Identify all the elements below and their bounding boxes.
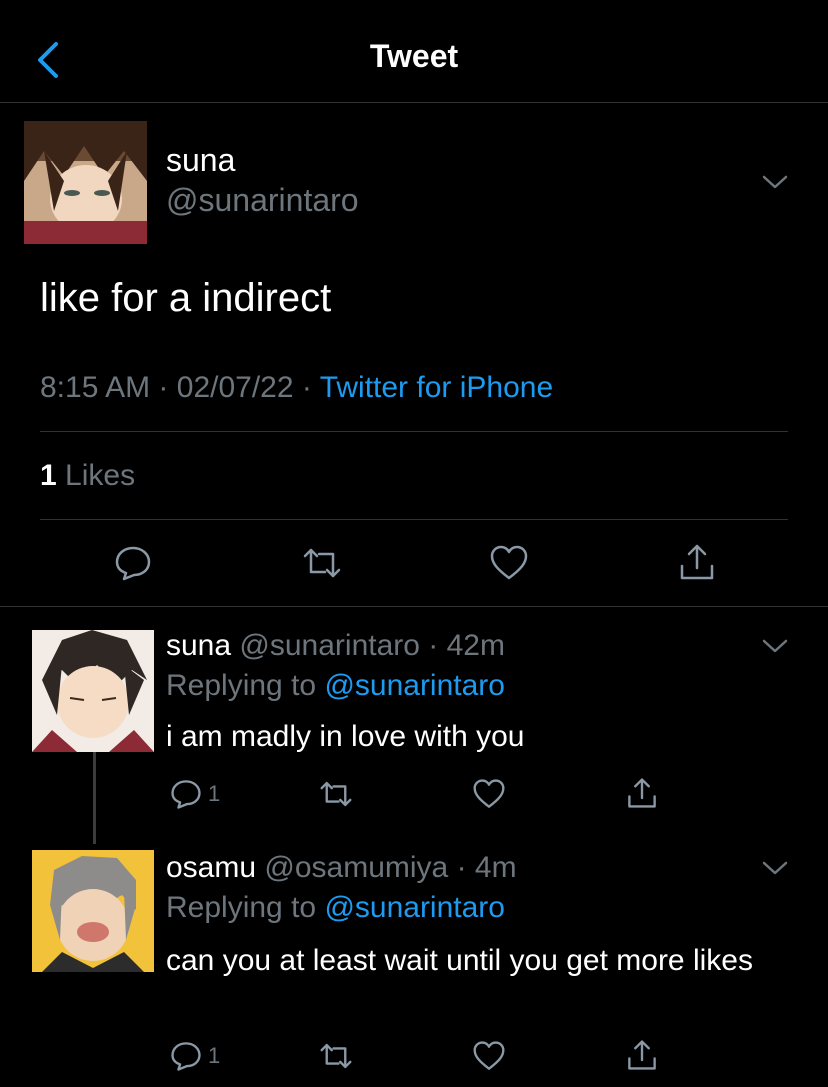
- thread-line: [93, 752, 96, 844]
- reply-age: · 4m: [456, 851, 517, 884]
- reply-header: osamu @osamumiya · 4m: [166, 851, 517, 885]
- retweet-icon[interactable]: [318, 778, 354, 810]
- likes-divider: [40, 519, 788, 520]
- avatar[interactable]: [32, 850, 154, 972]
- like-icon[interactable]: [489, 544, 529, 582]
- replying-to: Replying to @sunarintaro: [166, 669, 505, 703]
- chevron-down-icon[interactable]: [762, 638, 788, 654]
- reply-text: can you at least wait until you get more…: [166, 944, 753, 977]
- reply-action[interactable]: 1: [170, 1040, 220, 1072]
- meta-separator: ·: [158, 371, 169, 404]
- tweet-text: like for a indirect: [40, 276, 332, 320]
- chevron-down-icon[interactable]: [762, 860, 788, 876]
- display-name[interactable]: suna: [166, 142, 235, 179]
- reply-icon[interactable]: [170, 1040, 202, 1072]
- reply-handle[interactable]: @osamumiya: [264, 851, 448, 884]
- tweet-meta: 8:15 AM · 02/07/22 · Twitter for iPhone: [40, 371, 553, 405]
- reply-age: · 42m: [428, 629, 505, 662]
- user-handle[interactable]: @sunarintaro: [166, 182, 359, 219]
- replying-prefix: Replying to: [166, 891, 317, 924]
- retweet-icon[interactable]: [318, 1040, 354, 1072]
- reply-display-name[interactable]: osamu: [166, 851, 256, 884]
- like-icon[interactable]: [472, 1040, 506, 1072]
- share-icon[interactable]: [626, 776, 658, 810]
- replying-handle-link[interactable]: @sunarintaro: [324, 669, 505, 702]
- likes-stat[interactable]: 1 Likes: [40, 459, 135, 493]
- reply-count: 1: [208, 781, 221, 806]
- reply-icon[interactable]: [114, 544, 152, 582]
- avatar[interactable]: [32, 630, 154, 752]
- reply-action[interactable]: 1: [170, 778, 220, 810]
- like-icon[interactable]: [472, 778, 506, 810]
- tweet-date: 02/07/22: [176, 371, 294, 404]
- page-title: Tweet: [369, 38, 459, 74]
- reply-header: suna @sunarintaro · 42m: [166, 629, 505, 663]
- chevron-down-icon[interactable]: [762, 174, 788, 190]
- likes-label: Likes: [65, 459, 136, 492]
- replying-handle-link[interactable]: @sunarintaro: [324, 891, 505, 924]
- reply-count: 1: [208, 1043, 221, 1068]
- meta-separator: ·: [301, 371, 312, 404]
- reply-text: i am madly in love with you: [166, 720, 525, 753]
- share-icon[interactable]: [626, 1038, 658, 1072]
- likes-count: 1: [40, 459, 57, 492]
- retweet-icon[interactable]: [301, 544, 343, 582]
- tweet-source-link[interactable]: Twitter for iPhone: [320, 371, 553, 404]
- reply-display-name[interactable]: suna: [166, 629, 231, 662]
- meta-divider: [40, 431, 788, 432]
- reply-icon[interactable]: [170, 778, 202, 810]
- reply-handle[interactable]: @sunarintaro: [239, 629, 420, 662]
- replying-prefix: Replying to: [166, 669, 317, 702]
- header-divider: [0, 102, 828, 103]
- replying-to: Replying to @sunarintaro: [166, 891, 505, 925]
- tweet-time: 8:15 AM: [40, 371, 151, 404]
- share-icon[interactable]: [678, 542, 716, 582]
- section-divider: [0, 606, 828, 607]
- avatar[interactable]: [24, 121, 147, 244]
